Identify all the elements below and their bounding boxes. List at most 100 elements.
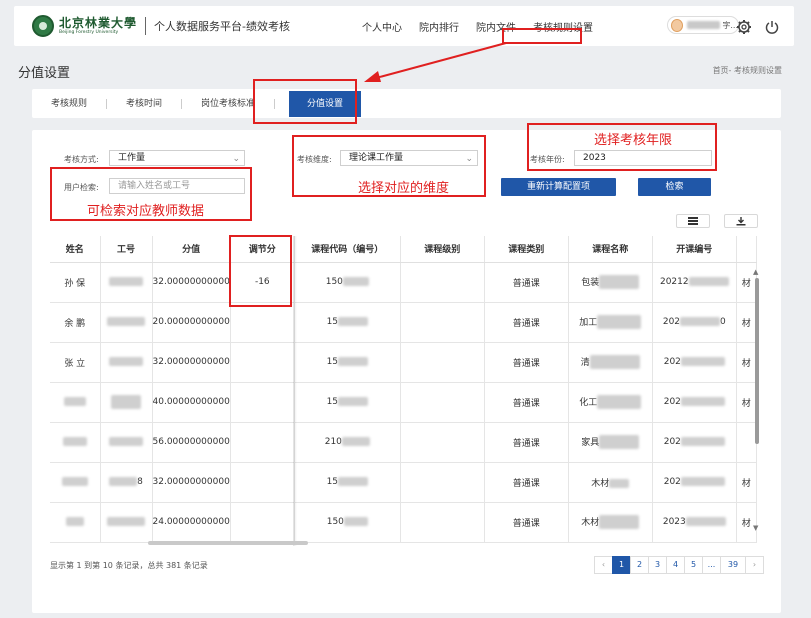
col-name[interactable]: 姓名 (50, 236, 101, 263)
tab-assessment-time[interactable]: 考核时间 (107, 98, 183, 109)
cell-course-category: 普通课 (484, 262, 569, 303)
cell-course-name: 包装 (568, 262, 653, 303)
cell-name (50, 422, 101, 463)
col-course-level[interactable]: 课程级别 (400, 236, 485, 263)
cell-course-category: 普通课 (484, 382, 569, 423)
cell-open-code: 202 (652, 462, 737, 503)
cell-course-name: 家具 (568, 422, 653, 463)
cell-course-category: 普通课 (484, 342, 569, 383)
cell-adjust[interactable] (230, 382, 295, 423)
horizontal-scrollbar[interactable] (148, 541, 308, 545)
page-1[interactable]: 1 (612, 556, 631, 574)
page-title: 分值设置 (18, 66, 71, 81)
annotation-year-text: 选择考核年限 (594, 133, 673, 148)
university-logo[interactable]: 北京林業大學 Beijing Forestry University (32, 15, 137, 37)
list-view-button[interactable] (676, 214, 710, 228)
scroll-up-icon[interactable]: ▲ (753, 268, 758, 276)
cell-id (100, 342, 153, 383)
page-5[interactable]: 5 (684, 556, 703, 574)
col-id[interactable]: 工号 (100, 236, 153, 263)
annotation-box-nav (502, 28, 582, 44)
cell-open-code: 202 (652, 342, 737, 383)
breadcrumb[interactable]: 首页- 考核规则设置 (713, 65, 782, 76)
table-row[interactable]: 40.00000000000 15 普通课 化工 202 材 (50, 382, 757, 423)
vertical-scrollbar[interactable] (755, 278, 759, 444)
user-menu[interactable]: 字... (667, 16, 739, 34)
cell-course-level (400, 342, 485, 383)
settings-tabs: 考核规则 考核时间 岗位考核标准 分值设置 (32, 89, 781, 118)
table-row[interactable]: 余 鹏 20.00000000000 15 普通课 加工 202 0 材 (50, 302, 757, 343)
cell-course-level (400, 382, 485, 423)
cell-overflow: 材 (736, 302, 757, 343)
page-3[interactable]: 3 (648, 556, 667, 574)
cell-id (100, 422, 153, 463)
cell-name: 张 立 (50, 342, 101, 383)
logo-en-text: Beijing Forestry University (59, 29, 119, 35)
annotation-box-adjust (229, 235, 292, 307)
cell-course-name: 化工 (568, 382, 653, 423)
table-row[interactable]: 8 32.00000000000 15 普通课 木材 202 材 (50, 462, 757, 503)
cell-course-name: 加工 (568, 302, 653, 343)
cell-course-name: 木材 (568, 502, 653, 543)
cell-overflow (736, 422, 757, 463)
page-ellipsis: ... (702, 556, 721, 574)
page-39[interactable]: 39 (720, 556, 746, 574)
cell-open-code: 202 (652, 422, 737, 463)
logo-cn-text: 北京林業大學 (59, 15, 138, 30)
cell-adjust[interactable] (230, 502, 295, 543)
scroll-down-icon[interactable]: ▼ (753, 524, 758, 532)
cell-id (100, 382, 153, 423)
cell-score: 56.00000000000 (152, 422, 231, 463)
col-course-category[interactable]: 课程类别 (484, 236, 569, 263)
col-score[interactable]: 分值 (152, 236, 231, 263)
table-row[interactable]: 孙 保 32.00000000000 -16 150 普通课 包装 20212 … (50, 262, 757, 303)
page-next[interactable]: › (745, 556, 764, 574)
cell-course-code: 15 (294, 342, 401, 383)
annotation-dimension-text: 选择对应的维度 (358, 181, 450, 196)
cell-course-code: 210 (294, 422, 401, 463)
cell-adjust[interactable] (230, 342, 295, 383)
table-row[interactable]: 张 立 32.00000000000 15 普通课 清 202 材 (50, 342, 757, 383)
table-row[interactable]: 56.00000000000 210 普通课 家具 202 (50, 422, 757, 463)
col-course-name[interactable]: 课程名称 (568, 236, 653, 263)
search-button[interactable]: 检索 (638, 178, 711, 196)
annotation-arrow-icon (364, 42, 507, 82)
frozen-column-shadow (293, 236, 297, 546)
annotation-box-tab (253, 79, 357, 124)
user-name-redacted (687, 21, 721, 29)
cell-id: 8 (100, 462, 153, 503)
table-row[interactable]: 24.00000000000 150 普通课 木材 2023 材 (50, 502, 757, 543)
cell-score: 20.00000000000 (152, 302, 231, 343)
recompute-config-button[interactable]: 重新计算配置项 (501, 178, 616, 196)
page-prev[interactable]: ‹ (594, 556, 613, 574)
col-course-code[interactable]: 课程代码（编号） (294, 236, 401, 263)
export-button[interactable] (724, 214, 758, 228)
record-count-info: 显示第 1 到第 10 条记录，总共 381 条记录 (50, 561, 208, 570)
cell-course-category: 普通课 (484, 302, 569, 343)
nav-college-ranking[interactable]: 院内排行 (419, 19, 459, 34)
download-icon (736, 216, 746, 225)
cell-open-code: 202 (652, 382, 737, 423)
cell-score: 32.00000000000 (152, 262, 231, 303)
col-open-code[interactable]: 开课编号 (652, 236, 737, 263)
gear-icon[interactable] (736, 19, 752, 35)
cell-course-code: 15 (294, 382, 401, 423)
cell-adjust[interactable] (230, 462, 295, 503)
power-icon[interactable] (764, 19, 780, 35)
platform-title: 个人数据服务平台-绩效考核 (154, 20, 290, 33)
cell-course-level (400, 302, 485, 343)
nav-personal-center[interactable]: 个人中心 (362, 19, 402, 34)
cell-adjust[interactable] (230, 302, 295, 343)
list-icon (688, 217, 698, 225)
cell-id (100, 302, 153, 343)
method-select[interactable]: 工作量 ⌄ (109, 150, 245, 166)
cell-score: 40.00000000000 (152, 382, 231, 423)
tab-assessment-rules[interactable]: 考核规则 (32, 98, 108, 109)
cell-adjust[interactable] (230, 422, 295, 463)
page-2[interactable]: 2 (630, 556, 649, 574)
score-table: 姓名 工号 分值 调节分 课程代码（编号） 课程级别 课程类别 课程名称 开课编… (50, 236, 757, 543)
page-4[interactable]: 4 (666, 556, 685, 574)
method-label: 考核方式: (64, 155, 99, 164)
cell-name (50, 462, 101, 503)
cell-id (100, 262, 153, 303)
